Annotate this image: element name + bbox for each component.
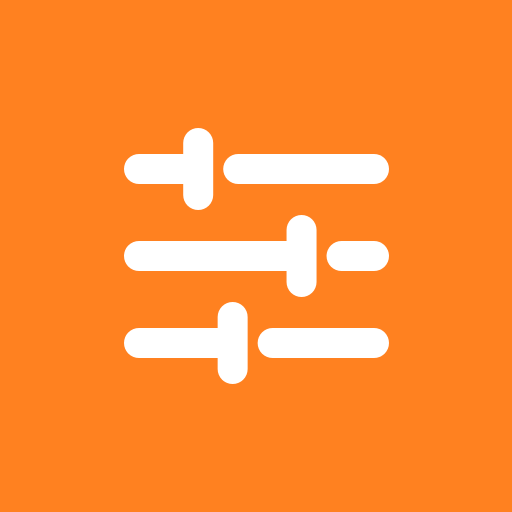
slider-1-knob [183, 128, 214, 210]
slider-2-track-right [326, 241, 389, 271]
slider-1 [124, 128, 389, 210]
sliders-icon [124, 128, 389, 384]
slider-1-track-right [223, 154, 389, 184]
slider-2-track-left [124, 241, 302, 271]
slider-3-knob [217, 302, 248, 384]
slider-2-knob [286, 215, 317, 297]
slider-3-track-left [124, 328, 233, 358]
slider-2 [124, 215, 389, 297]
app-icon[interactable] [0, 0, 512, 512]
slider-3-track-right [257, 328, 389, 358]
slider-3 [124, 302, 389, 384]
